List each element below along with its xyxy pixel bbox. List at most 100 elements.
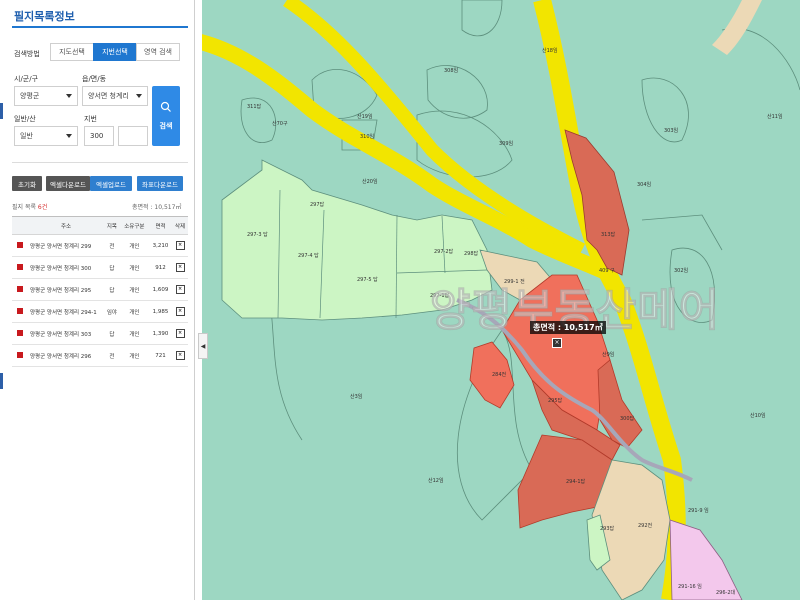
color-swatch [17, 329, 23, 336]
header-owner: 소유구분 [119, 216, 149, 235]
parcel-label: 291-16 임 [678, 583, 702, 590]
delete-icon[interactable]: × [175, 351, 185, 360]
row-owner: 개인 [119, 256, 149, 279]
search-method-label: 검색방법 [14, 50, 40, 58]
parcel-label: 산20임 [362, 178, 378, 185]
delete-cell: × [172, 322, 188, 345]
parcel-label: 300답 [620, 415, 635, 422]
parcel-label: 291-9 임 [688, 507, 709, 514]
parcel-label: 297-2답 [434, 248, 454, 255]
excel-download-button[interactable]: 엑셀다운로드 [46, 176, 90, 191]
parcel-label: 산11임 [767, 113, 783, 120]
parcel-label: 산10임 [750, 412, 766, 419]
search-method-tabs: 지도선택 지번선택 영역 검색 [50, 43, 180, 61]
row-jimok: 답 [104, 322, 120, 345]
search-icon [160, 101, 171, 112]
total-area-label: 총면적 : 10,517㎡ [530, 321, 606, 334]
delete-cell: × [172, 234, 188, 257]
eupmyeondong-select[interactable]: 양서면 청계리 [82, 86, 148, 106]
table-row[interactable]: 양평군 양서면 청계리 295 답 개인 1,609 × [12, 278, 188, 301]
row-address[interactable]: 양평군 양서면 청계리 296 [28, 344, 104, 367]
table-header-row: 주소 지목 소유구분 면적 삭제 [12, 216, 188, 235]
jibun-main-input[interactable]: 300 [84, 126, 114, 146]
excel-upload-button[interactable]: 엑셀업로드 [90, 176, 132, 191]
color-swatch [17, 307, 23, 314]
sigungu-value: 양평군 [20, 92, 40, 100]
delete-icon[interactable]: × [175, 285, 185, 294]
table-row[interactable]: 양평군 양서면 청계리 300 답 개인 912 × [12, 256, 188, 279]
chevron-down-icon [66, 134, 72, 138]
parcel-label: 산9임 [602, 351, 614, 358]
parcel-label: 산18임 [542, 47, 558, 54]
parcel-label: 311답 [247, 103, 262, 110]
parcel-label: 297-4 답 [298, 252, 319, 259]
panel-title: 필지목록정보 [14, 10, 75, 23]
parcel-label: 산12임 [428, 477, 444, 484]
parcel-label: 298답 [464, 250, 479, 257]
table-row[interactable]: 양평군 양서면 청계리 296 전 개인 721 × [12, 344, 188, 367]
jibun-sub-input[interactable] [118, 126, 148, 146]
delete-cell: × [172, 300, 188, 323]
close-icon[interactable]: × [552, 338, 562, 348]
parcel-label: 292전 [638, 522, 653, 529]
delete-icon[interactable]: × [175, 263, 185, 272]
parcel-count-value: 6건 [37, 204, 48, 211]
delete-icon[interactable]: × [175, 307, 185, 316]
parcel-label: 산70구 [272, 120, 288, 127]
reset-button[interactable]: 초기화 [12, 176, 42, 191]
color-swatch [17, 351, 23, 358]
parcel-label: 304임 [637, 181, 651, 188]
row-address[interactable]: 양평군 양서면 청계리 294-1 [28, 300, 104, 323]
ilban-san-select[interactable]: 일반 [14, 126, 78, 146]
table-row[interactable]: 양평군 양서면 청계리 294-1 임야 개인 1,985 × [12, 300, 188, 323]
color-cell [12, 322, 28, 345]
row-owner: 개인 [119, 322, 149, 345]
delete-cell: × [172, 278, 188, 301]
parcel-label: 308임 [444, 67, 458, 74]
row-address[interactable]: 양평군 양서면 청계리 299 [28, 234, 104, 257]
color-cell [12, 278, 28, 301]
table-row[interactable]: 양평군 양서면 청계리 303 답 개인 1,390 × [12, 322, 188, 345]
parcel-label: 297답 [310, 201, 325, 208]
search-button-label: 검색 [159, 122, 173, 130]
delete-icon[interactable]: × [175, 241, 185, 250]
parcel-label: 산19임 [357, 113, 373, 120]
edge-marker [0, 103, 3, 119]
search-button[interactable]: 검색 [152, 86, 180, 146]
title-underline [12, 26, 188, 28]
color-swatch [17, 285, 23, 292]
parcel-label: 294-1답 [566, 478, 586, 485]
color-cell [12, 344, 28, 367]
ilban-san-label: 일반/산 [14, 115, 36, 123]
header-delete: 삭제 [172, 216, 188, 235]
color-cell [12, 256, 28, 279]
row-area: 912 [148, 256, 173, 279]
coord-download-button[interactable]: 좌표다운로드 [137, 176, 183, 191]
row-address[interactable]: 양평군 양서면 청계리 303 [28, 322, 104, 345]
sigungu-select[interactable]: 양평군 [14, 86, 78, 106]
delete-icon[interactable]: × [175, 329, 185, 338]
parcel-label: 284전 [492, 371, 507, 378]
tab-jibun-select[interactable]: 지번선택 [93, 43, 137, 61]
table-row[interactable]: 양평군 양서면 청계리 299 전 개인 3,210 × [12, 234, 188, 257]
tab-area-search[interactable]: 영역 검색 [136, 43, 180, 61]
row-address[interactable]: 양평군 양서면 청계리 295 [28, 278, 104, 301]
row-area: 1,985 [148, 300, 173, 323]
tab-map-select[interactable]: 지도선택 [50, 43, 94, 61]
delete-cell: × [172, 344, 188, 367]
row-address[interactable]: 양평군 양서면 청계리 300 [28, 256, 104, 279]
parcel-label: 310임 [360, 133, 374, 140]
parcel-table: 주소 지목 소유구분 면적 삭제 양평군 양서면 청계리 299 전 개인 3,… [12, 216, 188, 367]
row-jimok: 임야 [104, 300, 120, 323]
cadastral-map[interactable]: 308임 311답 산18임 산19임 310임 309임 산70구 297답 산20임 297-… [202, 0, 800, 600]
parcel-label: 302임 [674, 267, 688, 274]
row-owner: 개인 [119, 278, 149, 301]
chevron-down-icon [136, 94, 142, 98]
header-address: 주소 [28, 216, 104, 235]
row-jimok: 답 [104, 256, 120, 279]
row-jimok: 답 [104, 278, 120, 301]
eupmyeondong-value: 양서면 청계리 [88, 92, 129, 100]
panel-collapse-toggle[interactable]: ◀ [198, 333, 208, 359]
row-area: 721 [148, 344, 173, 367]
delete-cell: × [172, 256, 188, 279]
